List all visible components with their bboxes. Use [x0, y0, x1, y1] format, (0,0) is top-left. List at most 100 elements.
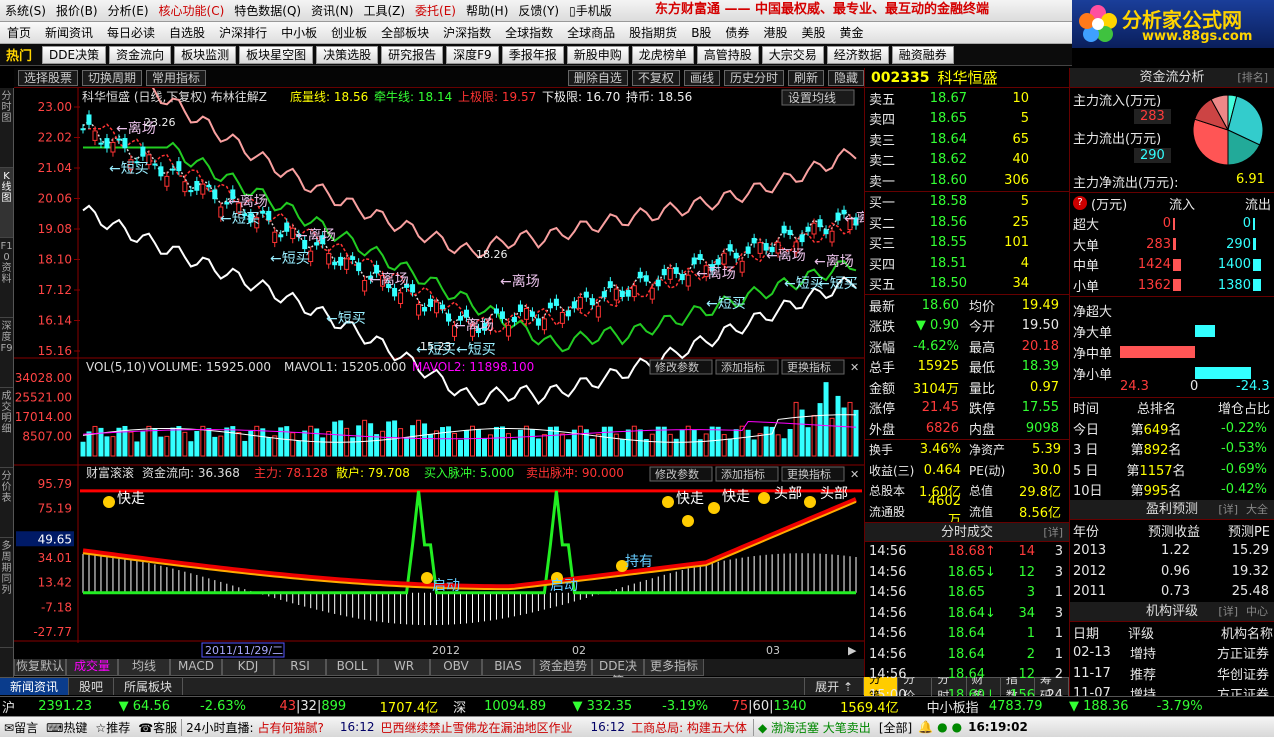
menu-trade[interactable]: 委托(E): [410, 2, 461, 19]
tab-sector[interactable]: 所属板块: [114, 678, 184, 695]
rating-row-1[interactable]: 11-17 推荐 华创证券: [1070, 663, 1274, 684]
nav-ipo[interactable]: 新股申购: [566, 45, 629, 64]
bell-icon[interactable]: 🔔: [916, 720, 935, 734]
nav-ranking[interactable]: 沪深排行: [212, 24, 274, 41]
nav-sector-star[interactable]: 板块星空图: [239, 45, 314, 64]
ask-row-3[interactable]: 卖二 18.62 40: [865, 150, 1069, 171]
msg-button[interactable]: ✉留言: [0, 719, 42, 736]
tab-ind-boll[interactable]: BOLL: [326, 659, 378, 676]
nav-gem[interactable]: 创业板: [324, 24, 374, 41]
menu-tools[interactable]: 工具(Z): [358, 2, 410, 19]
switch-period-button[interactable]: 切换周期: [82, 69, 143, 86]
rating-center-link[interactable]: 中心: [1246, 602, 1268, 622]
hotkey-button[interactable]: ⌨热键: [42, 719, 91, 736]
tab-trade-detail[interactable]: 成交明细: [0, 388, 13, 468]
nav-hk[interactable]: 港股: [756, 24, 794, 41]
rating-row-0[interactable]: 02-13 增持 方正证券: [1070, 643, 1274, 664]
select-stock-button[interactable]: 选择股票: [18, 69, 79, 86]
ticker-alert[interactable]: ◆ 渤海活塞 大笔卖出: [752, 718, 875, 736]
menu-feedback[interactable]: 反馈(Y): [513, 2, 564, 19]
rating-detail-link[interactable]: [详]: [1218, 602, 1238, 622]
nav-dragon-tiger[interactable]: 龙虎榜单: [631, 45, 694, 64]
nav-margin[interactable]: 融资融券: [891, 45, 954, 64]
tab-ind-more[interactable]: 更多指标: [644, 659, 704, 676]
tab-news[interactable]: 新闻资讯: [0, 678, 70, 695]
bid-row-2[interactable]: 买三 18.55 101: [865, 233, 1069, 254]
nav-bshares[interactable]: B股: [684, 24, 718, 41]
nav-sectors[interactable]: 全部板块: [374, 24, 436, 41]
all-alerts-link[interactable]: [全部]: [875, 719, 916, 736]
forecast-all-link[interactable]: 大全: [1246, 500, 1268, 520]
forecast-detail-link[interactable]: [详]: [1218, 500, 1238, 520]
tab-f10[interactable]: F10资料: [0, 238, 13, 318]
ask-row-2[interactable]: 卖三 18.64 65: [865, 129, 1069, 150]
recommend-button[interactable]: ☆推荐: [91, 719, 134, 736]
nav-watchlist[interactable]: 自选股: [162, 24, 212, 41]
tab-forum[interactable]: 股吧: [69, 678, 115, 695]
live-question[interactable]: 占有何猫腻?: [258, 719, 334, 736]
menu-mobile[interactable]: ▯手机版: [564, 2, 617, 19]
menu-system[interactable]: 系统(S): [0, 2, 51, 19]
tab-ind-capital-trend[interactable]: 资金趋势: [534, 659, 592, 676]
news-item-1[interactable]: 巴西继续禁止雪佛龙在漏油地区作业: [380, 719, 584, 736]
menu-core[interactable]: 核心功能(C): [154, 2, 230, 19]
refresh-button[interactable]: 刷新: [787, 69, 824, 86]
nav-indices[interactable]: 沪深指数: [436, 24, 498, 41]
nav-gold[interactable]: 黄金: [832, 24, 870, 41]
bid-row-4[interactable]: 买五 18.50 34: [865, 274, 1069, 295]
tab-ind-obv[interactable]: OBV: [430, 659, 482, 676]
nav-insider[interactable]: 高管持股: [696, 45, 759, 64]
bid-row-3[interactable]: 买四 18.51 4: [865, 253, 1069, 274]
service-button[interactable]: ☎客服: [134, 719, 181, 736]
tab-multi-period[interactable]: 多周期同列: [0, 538, 13, 648]
tab-kline[interactable]: K线图: [0, 168, 13, 238]
nav-futures[interactable]: 股指期货: [622, 24, 684, 41]
nav-sector-monitor[interactable]: 板块监测: [174, 45, 237, 64]
menu-quote[interactable]: 报价(B): [51, 2, 103, 19]
nav-sme[interactable]: 中小板: [274, 24, 324, 41]
kline-chart[interactable]: 科华恒盛 (日线,下复权) 布林往解Z 底量线: 18.56 牵牛线: 18.14…: [14, 88, 864, 659]
history-intraday-button[interactable]: 历史分时: [723, 69, 784, 86]
nav-dde[interactable]: DDE决策: [42, 45, 107, 64]
tab-ind-rsi[interactable]: RSI: [274, 659, 326, 676]
tab-price-table[interactable]: 分价表: [0, 468, 13, 538]
tab-ind-volume[interactable]: 成交量: [66, 659, 118, 676]
ask-row-4[interactable]: 卖一 18.60 306: [865, 170, 1069, 191]
nav-economy[interactable]: 经济数据: [826, 45, 889, 64]
nav-daily[interactable]: 每日必读: [100, 24, 162, 41]
menu-special-data[interactable]: 特色数据(Q): [229, 2, 306, 19]
nav-us[interactable]: 美股: [794, 24, 832, 41]
nav-reports[interactable]: 季报年报: [501, 45, 564, 64]
scroll-right-icon[interactable]: ▶: [848, 644, 857, 657]
no-adjust-button[interactable]: 不复权: [631, 69, 680, 86]
nav-news[interactable]: 新闻资讯: [38, 24, 100, 41]
nav-capital-flow[interactable]: 资金流向: [109, 45, 172, 64]
nav-block-trade[interactable]: 大宗交易: [761, 45, 824, 64]
tab-ind-kdj[interactable]: KDJ: [222, 659, 274, 676]
nav-screener[interactable]: 决策选股: [316, 45, 379, 64]
common-indicator-button[interactable]: 常用指标: [146, 69, 207, 86]
tab-ind-dde[interactable]: DDE决策: [592, 659, 644, 688]
tab-intraday[interactable]: 分时图: [0, 88, 13, 168]
tab-ind-ma[interactable]: 均线: [118, 659, 170, 676]
bid-row-1[interactable]: 买二 18.56 25: [865, 212, 1069, 233]
nav-f9[interactable]: 深度F9: [446, 45, 499, 64]
tab-ind-reset[interactable]: 恢复默认: [14, 659, 66, 676]
remove-watchlist-button[interactable]: 删除自选: [567, 69, 628, 86]
expand-button[interactable]: 展开 ⇡: [804, 678, 864, 695]
nav-commodities[interactable]: 全球商品: [560, 24, 622, 41]
tab-ind-wr[interactable]: WR: [378, 659, 430, 676]
nav-home[interactable]: 首页: [0, 24, 38, 41]
menu-news[interactable]: 资讯(N): [306, 2, 358, 19]
vol-close-icon[interactable]: ✕: [850, 361, 859, 374]
ticks-detail-link[interactable]: [详]: [1043, 523, 1063, 543]
nav-research[interactable]: 研究报告: [381, 45, 444, 64]
nav-global-indices[interactable]: 全球指数: [498, 24, 560, 41]
help-icon[interactable]: ?: [1073, 196, 1087, 211]
ask-row-1[interactable]: 卖四 18.65 5: [865, 109, 1069, 130]
flow-rank-link[interactable]: [排名]: [1237, 68, 1268, 88]
hide-button[interactable]: 隐藏: [827, 69, 864, 86]
menu-analysis[interactable]: 分析(E): [103, 2, 154, 19]
menu-help[interactable]: 帮助(H): [461, 2, 513, 19]
nav-bonds[interactable]: 债券: [718, 24, 756, 41]
